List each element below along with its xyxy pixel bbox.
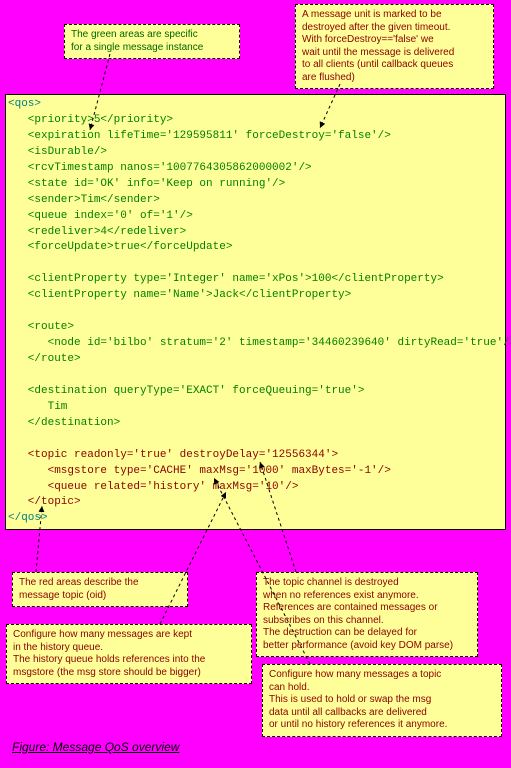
tag-destination-open: <destination queryType='EXACT' forceQueu…: [8, 385, 364, 397]
tag-isdurable: <isDurable/>: [8, 146, 107, 158]
tag-destination-close: </destination>: [8, 417, 120, 429]
tag-clientprop1: <clientProperty type='Integer' name='xPo…: [8, 273, 444, 285]
tag-queue-related: <queue related='history' maxMsg='10'/>: [8, 481, 298, 493]
annotation-history-queue: Configure how many messages are keptin t…: [6, 624, 252, 684]
tag-queue: <queue index='0' of='1'/>: [8, 210, 193, 222]
tag-destination-text: Tim: [8, 401, 67, 413]
tag-route-open: <route>: [8, 321, 74, 333]
tag-sender: <sender>Tim</sender>: [8, 194, 160, 206]
annotation-force-destroy: A message unit is marked to bedestroyed …: [295, 4, 494, 89]
tag-expiration: <expiration lifeTime='129595811' forceDe…: [8, 130, 391, 142]
tag-node: <node id='bilbo' stratum='2' timestamp='…: [8, 337, 511, 349]
tag-route-close: </route>: [8, 353, 81, 365]
tag-topic-open: <topic readonly='true' destroyDelay='125…: [8, 449, 338, 461]
figure-caption: Figure: Message QoS overview: [12, 740, 179, 754]
tag-priority: <priority>5</priority>: [8, 114, 173, 126]
tag-msgstore: <msgstore type='CACHE' maxMsg='1000' max…: [8, 465, 391, 477]
tag-forceupdate: <forceUpdate>true</forceUpdate>: [8, 241, 232, 253]
annotation-green-areas: The green areas are specificfor a single…: [64, 24, 240, 59]
tag-state: <state id='OK' info='Keep on running'/>: [8, 178, 285, 190]
tag-qos-open: <qos>: [8, 98, 41, 110]
annotation-msgstore: Configure how many messages a topiccan h…: [262, 664, 502, 737]
xml-code-block: <qos> <priority>5</priority> <expiration…: [5, 94, 506, 530]
tag-rcvtimestamp: <rcvTimestamp nanos='1007764305862000002…: [8, 162, 312, 174]
tag-redeliver: <redeliver>4</redeliver>: [8, 226, 186, 238]
tag-qos-close: </qos>: [8, 512, 48, 524]
annotation-red-areas: The red areas describe themessage topic …: [12, 572, 188, 607]
annotation-topic-destroy: The topic channel is destroyedwhen no re…: [256, 572, 478, 657]
tag-clientprop2: <clientProperty name='Name'>Jack</client…: [8, 289, 351, 301]
tag-topic-close: </topic>: [8, 496, 81, 508]
